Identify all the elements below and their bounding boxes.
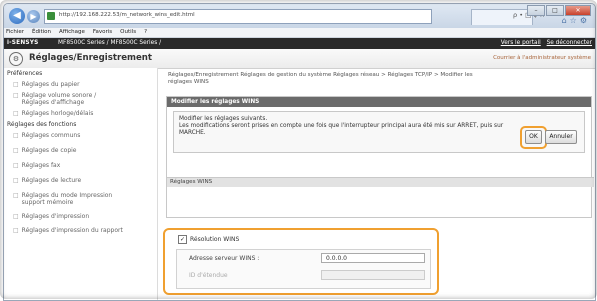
bullet-icon: □ [13, 192, 19, 199]
window-controls: – □ ✕ [527, 5, 591, 16]
logout-link[interactable]: Se déconnecter [547, 40, 592, 46]
scope-id-label: ID d'étendue [189, 272, 228, 279]
wins-resolution-label: Résolution WINS [190, 236, 240, 243]
server-address-input[interactable]: 0.0.0.0 [321, 253, 425, 263]
sidebar-item-clock[interactable]: □ Réglages horloge/délais [13, 110, 93, 117]
menu-item-affichage[interactable]: Affichage [59, 28, 85, 37]
portal-link[interactable]: Vers le portail [501, 40, 541, 46]
breadcrumb-line-1: Réglages/Enregistrement Réglages de gest… [168, 72, 473, 78]
wins-resolution-checkbox[interactable]: ✓ [178, 235, 187, 244]
menu-item-help[interactable]: ? [144, 28, 147, 37]
home-icon[interactable]: ⌂ [562, 16, 570, 25]
sidebar-item-memory-media[interactable]: □ Réglages du mode Impression support mémo… [13, 192, 112, 206]
panel-title: Modifier les réglages WINS [167, 97, 591, 107]
bullet-icon: □ [13, 177, 19, 184]
sidebar-item-print[interactable]: □ Réglages d'impression [13, 213, 89, 220]
device-header: i-SENSYS MF8500C Series / MF8500C Series… [4, 38, 595, 49]
device-name: MF8500C Series / MF8500C Series / [58, 40, 162, 46]
menu-item-edition[interactable]: Édition [32, 28, 51, 37]
bullet-icon: □ [13, 147, 19, 154]
sidebar-item-volume-display[interactable]: □ Réglage volume sonore / Réglages d'affic… [13, 92, 96, 106]
browser-window: ◀ ▶ http://192.168.222.53/m_network_wins… [3, 3, 596, 301]
page-title: Réglages/Enregistrement [29, 53, 153, 63]
wins-edit-panel: Modifier les réglages WINS Modifier les … [166, 96, 594, 218]
page-header: ⚙ Réglages/Enregistrement Courrier à l'a… [4, 49, 595, 69]
star-icon[interactable]: ☆ [570, 16, 580, 25]
sidebar-heading-functions: Réglages des fonctions [7, 121, 77, 128]
sidebar-item-common[interactable]: □ Réglages communs [13, 132, 80, 139]
menu-item-fichier[interactable]: Fichier [6, 28, 24, 37]
menu-bar: Fichier Édition Affichage Favoris Outils… [4, 28, 595, 38]
section-title: Réglages WINS [167, 177, 594, 187]
message-line-2: Les modifications seront prises en compt… [179, 123, 504, 129]
message-line-3: MARCHE. [179, 130, 206, 136]
bullet-icon: □ [13, 81, 19, 88]
bullet-icon: □ [13, 227, 19, 234]
sidebar-heading-preferences: Préférences [7, 70, 43, 77]
sidebar-item-scan[interactable]: □ Réglages de lecture [13, 177, 81, 184]
sidebar: Préférences □ Réglages du papier □ Réglage… [4, 68, 158, 300]
admin-mail-link[interactable]: Courrier à l'administrateur système [493, 55, 591, 61]
sidebar-item-report-print[interactable]: □ Réglages d'impression du rapport [13, 227, 123, 234]
server-address-label: Adresse serveur WINS : [189, 255, 260, 262]
sidebar-item-fax[interactable]: □ Réglages fax [13, 162, 60, 169]
sidebar-item-paper[interactable]: □ Réglages du papier [13, 81, 80, 88]
gear-icon[interactable]: ⚙ [580, 16, 590, 25]
bullet-icon: □ [13, 213, 19, 220]
minimize-icon[interactable]: – [527, 5, 545, 16]
menu-item-outils[interactable]: Outils [120, 28, 136, 37]
bullet-icon: □ [13, 110, 19, 117]
address-bar-row: ◀ ▶ http://192.168.222.53/m_network_wins… [4, 4, 595, 28]
bullet-icon: □ [13, 132, 19, 139]
close-icon[interactable]: ✕ [565, 5, 591, 16]
breadcrumb: Réglages/Enregistrement Réglages de gest… [168, 72, 588, 86]
address-bar[interactable]: http://192.168.222.53/m_network_wins_edi… [44, 9, 432, 24]
header-links: Vers le portail Se déconnecter [497, 38, 592, 49]
cancel-button[interactable]: Annuler [545, 130, 577, 144]
back-arrow-icon[interactable]: ◀ [9, 8, 25, 24]
menu-item-favoris[interactable]: Favoris [93, 28, 112, 37]
sidebar-fade [4, 274, 157, 300]
maximize-icon[interactable]: □ [546, 5, 564, 16]
bullet-icon: □ [13, 162, 19, 169]
toolbar-icons: ⌂☆⚙ [562, 16, 590, 25]
sidebar-item-copy[interactable]: □ Réglages de copie [13, 147, 77, 154]
breadcrumb-line-2: réglages WINS [168, 79, 209, 85]
settings-gear-icon: ⚙ [9, 52, 23, 66]
scope-id-input[interactable] [321, 270, 425, 280]
bullet-icon: □ [13, 92, 19, 99]
ok-button[interactable]: OK [525, 130, 542, 144]
site-icon [47, 12, 55, 20]
url-text: http://192.168.222.53/m_network_wins_edi… [59, 12, 195, 18]
message-line-1: Modifier les réglages suivants. [179, 116, 268, 122]
brand-logo: i-SENSYS [7, 40, 39, 46]
forward-arrow-icon[interactable]: ▶ [27, 10, 40, 23]
